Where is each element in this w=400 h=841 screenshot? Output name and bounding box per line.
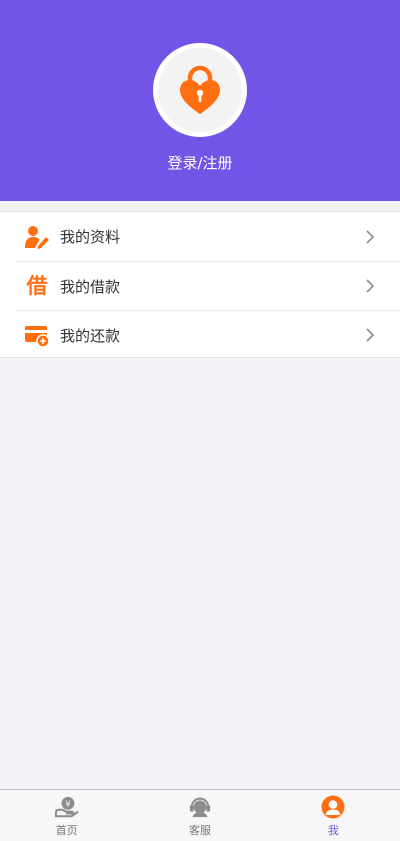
borrow-icon: 借	[26, 274, 48, 298]
repay-card-icon	[25, 326, 50, 348]
menu-item-my-repayments[interactable]: 我的还款	[16, 310, 400, 359]
tab-me[interactable]: 我	[267, 790, 400, 841]
avatar[interactable]	[153, 43, 247, 137]
bottom-tab-bar: ¥ 首页 客服 我	[0, 789, 400, 841]
menu-label-my-repayments: 我的还款	[60, 326, 121, 345]
tab-label-home: 首页	[55, 824, 78, 837]
chevron-right-icon	[366, 328, 375, 342]
menu-item-my-loans[interactable]: 借 我的借款	[16, 261, 400, 310]
customer-service-icon	[189, 797, 211, 818]
home-money-icon: ¥	[54, 796, 79, 818]
profile-header: 登录/注册	[0, 0, 400, 201]
tab-customer-service[interactable]: 客服	[133, 790, 266, 841]
tab-label-customer-service: 客服	[188, 824, 211, 837]
svg-text:¥: ¥	[65, 799, 70, 809]
profile-page: 登录/注册 我的资料 借 我的借款 我的还款 ¥ 首页 客服 我	[0, 0, 400, 841]
login-register-link[interactable]: 登录/注册	[0, 152, 400, 173]
menu-item-my-profile[interactable]: 我的资料	[16, 212, 400, 261]
tab-label-me: 我	[327, 824, 339, 837]
menu-label-my-loans: 我的借款	[60, 277, 121, 296]
menu-label-my-profile: 我的资料	[60, 228, 121, 246]
heart-lock-icon	[180, 65, 220, 114]
profile-menu: 我的资料 借 我的借款 我的还款	[0, 211, 400, 358]
chevron-right-icon	[366, 229, 375, 244]
profile-edit-icon	[25, 225, 49, 249]
user-icon	[321, 795, 345, 819]
chevron-right-icon	[366, 279, 375, 293]
tab-home[interactable]: ¥ 首页	[0, 790, 133, 841]
